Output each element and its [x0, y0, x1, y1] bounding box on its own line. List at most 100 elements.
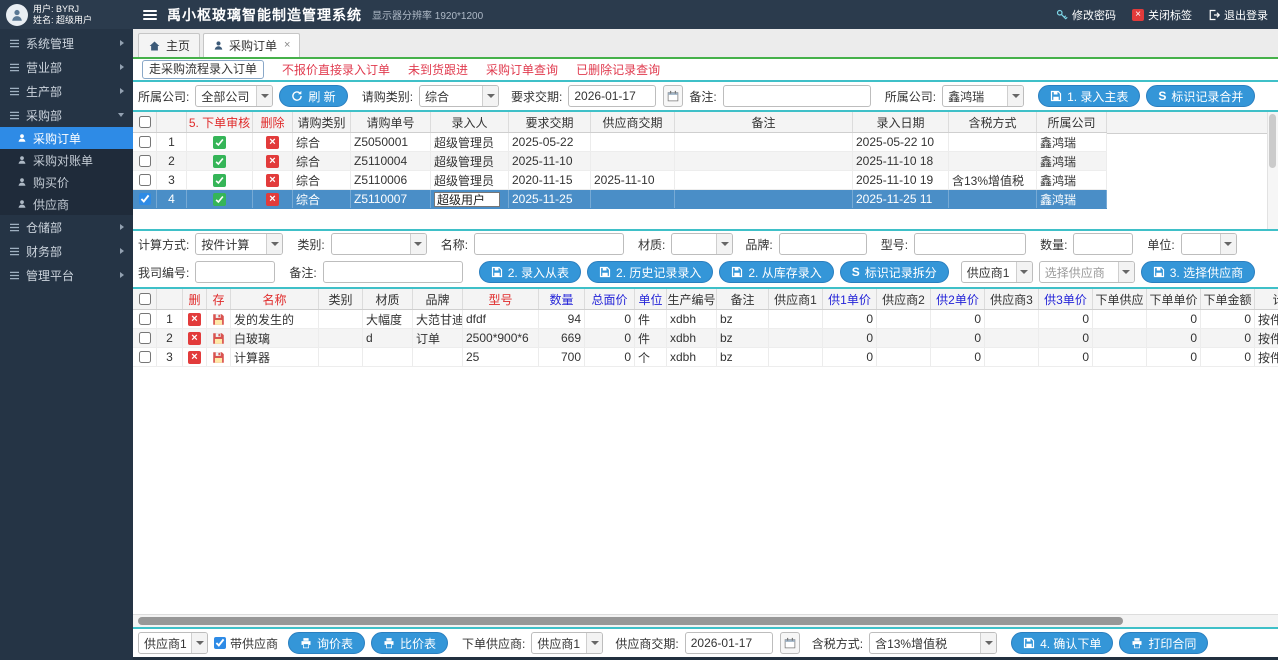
unit-select[interactable] — [1181, 233, 1237, 255]
subtab-deleted-query[interactable]: 已删除记录查询 — [576, 61, 660, 78]
row-checkbox[interactable] — [139, 332, 151, 344]
table-row[interactable]: 1×综合Z5050001超级管理员2025-05-222025-05-22 10… — [133, 133, 1107, 152]
row-checkbox[interactable] — [139, 136, 151, 148]
save-row-icon[interactable] — [212, 313, 225, 326]
confirm-order-button[interactable]: 4. 确认下单 — [1011, 632, 1113, 654]
row-checkbox[interactable] — [139, 155, 151, 167]
delete-cell: × — [253, 152, 293, 170]
refresh-button[interactable]: 刷 新 — [279, 85, 347, 107]
subtab-process-entry[interactable]: 走采购流程录入订单 — [142, 60, 264, 79]
scrollbar-thumb[interactable] — [1269, 114, 1276, 168]
item-name-input[interactable] — [474, 233, 624, 255]
detail-remark-input[interactable] — [323, 261, 463, 283]
table-row[interactable]: 4×综合Z51100072025-11-252025-11-25 11鑫鸿瑞 — [133, 190, 1107, 209]
material-select[interactable] — [671, 233, 733, 255]
supplier-slot-select[interactable]: 供应商1 — [961, 261, 1033, 283]
row-checkbox[interactable] — [139, 313, 151, 325]
horizontal-scrollbar[interactable] — [133, 614, 1278, 627]
table-row[interactable]: 2×综合Z5110004超级管理员2025-11-102025-11-10 18… — [133, 152, 1107, 171]
with-supplier-checkbox[interactable]: 带供应商 — [214, 635, 278, 652]
subtab-order-query[interactable]: 采购订单查询 — [486, 61, 558, 78]
select-all-checkbox[interactable] — [139, 293, 151, 305]
sidebar-item-system[interactable]: 系统管理 — [0, 31, 133, 55]
inquiry-sheet-button[interactable]: 询价表 — [288, 632, 365, 654]
choose-supplier-select[interactable]: 选择供应商 — [1039, 261, 1135, 283]
select-all-checkbox[interactable] — [139, 116, 151, 128]
sidebar-item-management-platform[interactable]: 管理平台 — [0, 263, 133, 287]
enter-detail-button[interactable]: 2. 录入从表 — [479, 261, 581, 283]
compare-sheet-button[interactable]: 比价表 — [371, 632, 448, 654]
split-records-button[interactable]: S 标识记录拆分 — [840, 261, 949, 283]
table-row[interactable]: 3×综合Z5110006超级管理员2020-11-152025-11-10202… — [133, 171, 1107, 190]
printer-icon — [383, 637, 395, 649]
delete-row-icon[interactable]: × — [266, 193, 279, 206]
delete-row-icon[interactable]: × — [266, 174, 279, 187]
order-supplier-select[interactable]: 供应商1 — [531, 632, 603, 654]
calendar-icon[interactable] — [663, 85, 683, 107]
tab-home[interactable]: 主页 — [138, 33, 200, 57]
save-row-icon[interactable] — [212, 351, 225, 364]
table-row[interactable]: 1×发的发生的大幅度大范甘迪dfdf940件xdbhbz00000按件 — [133, 310, 1278, 329]
delete-row-icon[interactable]: × — [188, 351, 201, 364]
subtab-arrival-followup[interactable]: 未到货跟进 — [408, 61, 468, 78]
hamburger-menu-icon[interactable] — [143, 10, 157, 20]
history-entry-button[interactable]: 2. 历史记录录入 — [587, 261, 713, 283]
sidebar-item-finance[interactable]: 财务部 — [0, 239, 133, 263]
sidebar-item-purchase-statement[interactable]: 采购对账单 — [0, 149, 133, 171]
sidebar-item-purchase-price[interactable]: 购买价 — [0, 171, 133, 193]
delete-row-icon[interactable]: × — [188, 313, 201, 326]
from-stock-button[interactable]: 2. 从库存录入 — [719, 261, 833, 283]
tab-purchase-order[interactable]: 采购订单 × — [203, 33, 300, 57]
avatar[interactable] — [6, 4, 28, 26]
tax-mode-select[interactable]: 含13%增值税 — [869, 632, 997, 654]
our-code-input[interactable] — [195, 261, 275, 283]
model-input[interactable] — [914, 233, 1026, 255]
audit-approved-icon[interactable] — [213, 193, 226, 206]
close-tabs-button[interactable]: × 关闭标签 — [1132, 7, 1192, 23]
qty-input[interactable] — [1073, 233, 1133, 255]
row-checkbox[interactable] — [139, 174, 151, 186]
item-category-select[interactable] — [331, 233, 427, 255]
delete-row-icon[interactable]: × — [188, 332, 201, 345]
brand-input[interactable] — [779, 233, 867, 255]
cell-edit-input[interactable] — [434, 192, 500, 207]
sidebar-item-purchasing[interactable]: 采购部 — [0, 103, 133, 127]
cell: 个 — [635, 348, 667, 366]
cell: Z5110004 — [351, 152, 431, 170]
calc-mode-select[interactable]: 按件计算 — [195, 233, 283, 255]
company-select[interactable]: 全部公司 — [195, 85, 273, 107]
subtab-direct-entry[interactable]: 不报价直接录入订单 — [282, 61, 390, 78]
sidebar-item-warehouse[interactable]: 仓储部 — [0, 215, 133, 239]
supplier-due-input[interactable] — [685, 632, 773, 654]
logout-button[interactable]: 退出登录 — [1208, 7, 1268, 23]
merge-records-button[interactable]: S 标识记录合并 — [1146, 85, 1255, 107]
row-checkbox[interactable] — [139, 193, 151, 205]
print-contract-button[interactable]: 打印合同 — [1119, 632, 1208, 654]
tab-close-icon[interactable]: × — [284, 40, 290, 51]
audit-approved-icon[interactable] — [213, 155, 226, 168]
vertical-scrollbar[interactable] — [1267, 112, 1278, 229]
company2-select[interactable]: 鑫鸿瑞 — [942, 85, 1024, 107]
sidebar-item-purchase-orders[interactable]: 采购订单 — [0, 127, 133, 149]
delete-row-icon[interactable]: × — [266, 136, 279, 149]
table-row[interactable]: 2×白玻璃d订单2500*900*66690件xdbhbz00000按件 — [133, 329, 1278, 348]
delete-row-icon[interactable]: × — [266, 155, 279, 168]
save-row-icon[interactable] — [212, 332, 225, 345]
with-supplier-checkbox-input[interactable] — [214, 637, 226, 649]
sidebar-item-suppliers[interactable]: 供应商 — [0, 193, 133, 215]
enter-master-button[interactable]: 1. 录入主表 — [1038, 85, 1140, 107]
category-select[interactable]: 综合 — [419, 85, 499, 107]
remark-input[interactable] — [723, 85, 871, 107]
change-password-button[interactable]: 修改密码 — [1056, 7, 1116, 23]
calendar-icon[interactable] — [780, 632, 800, 654]
supplier1-select[interactable]: 供应商1 — [138, 632, 208, 654]
table-row[interactable]: 3×计算器257000个xdbhbz00000按件 — [133, 348, 1278, 367]
sidebar-item-production[interactable]: 生产部 — [0, 79, 133, 103]
choose-supplier-button[interactable]: 3. 选择供应商 — [1141, 261, 1255, 283]
scrollbar-thumb[interactable] — [138, 617, 1123, 625]
audit-approved-icon[interactable] — [213, 174, 226, 187]
sidebar-item-sales[interactable]: 营业部 — [0, 55, 133, 79]
due-date-input[interactable] — [568, 85, 656, 107]
audit-approved-icon[interactable] — [213, 136, 226, 149]
row-checkbox[interactable] — [139, 351, 151, 363]
